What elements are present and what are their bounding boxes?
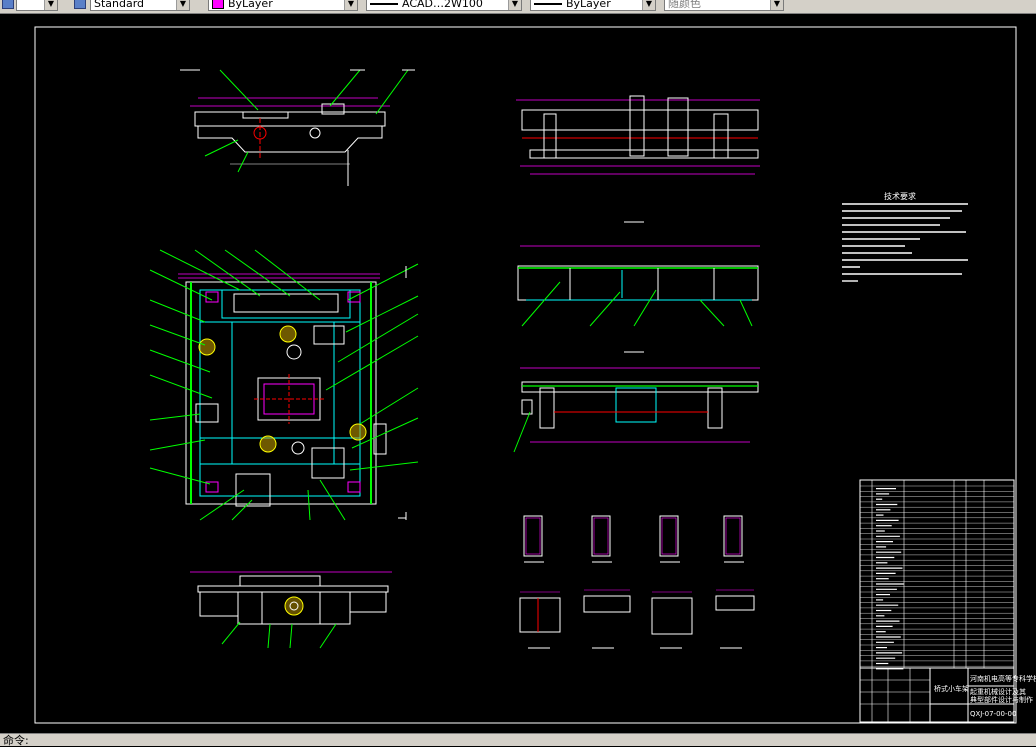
linetype-dropdown[interactable]: ACAD…2W100 ▼ (366, 0, 522, 11)
project-line-2: 典型部件设计与制作 (970, 695, 1033, 704)
chevron-down-icon: ▼ (176, 0, 189, 10)
chevron-down-icon: ▼ (44, 0, 57, 10)
chevron-down-icon: ▼ (508, 0, 521, 10)
plot-style-dropdown[interactable]: 随颜色 ▼ (664, 0, 784, 11)
drawing-canvas[interactable]: 技术要求 桥式小车架 河南机电高等专科学校 起重机械设计及其 典型部件设计与制作… (0, 14, 1036, 733)
text-style-manager-icon[interactable] (74, 0, 86, 9)
command-line[interactable]: 命令: (0, 733, 1036, 747)
text-style-dropdown[interactable]: Standard ▼ (90, 0, 190, 11)
properties-toolbar: ▼ Standard ▼ ByLayer ▼ ACAD…2W100 ▼ ByLa… (0, 0, 1036, 14)
model-space-background (0, 14, 1036, 733)
text-style-value: Standard (94, 0, 145, 10)
drawing-name: 桥式小车架 (934, 684, 969, 693)
drawing-number: QXJ-07-00-00 (970, 710, 1016, 718)
color-dropdown[interactable]: ByLayer ▼ (208, 0, 358, 11)
tech-req-title: 技术要求 (884, 191, 916, 201)
project-line-1: 起重机械设计及其 (970, 687, 1026, 696)
linetype-sample-icon (370, 3, 398, 5)
chevron-down-icon: ▼ (344, 0, 357, 10)
lineweight-dropdown[interactable]: ByLayer ▼ (530, 0, 656, 11)
toolbar-left-dropdown[interactable]: ▼ (16, 0, 58, 11)
lineweight-sample-icon (534, 3, 562, 5)
text-style-icon[interactable] (2, 0, 14, 9)
linetype-value: ACAD…2W100 (402, 0, 483, 10)
lineweight-value: ByLayer (566, 0, 611, 10)
color-value: ByLayer (228, 0, 273, 10)
color-swatch-icon (212, 0, 224, 9)
chevron-down-icon: ▼ (770, 0, 783, 10)
command-prompt: 命令: (3, 734, 29, 747)
school-name: 河南机电高等专科学校 (970, 674, 1036, 683)
chevron-down-icon: ▼ (642, 0, 655, 10)
plot-style-value: 随颜色 (668, 0, 701, 10)
